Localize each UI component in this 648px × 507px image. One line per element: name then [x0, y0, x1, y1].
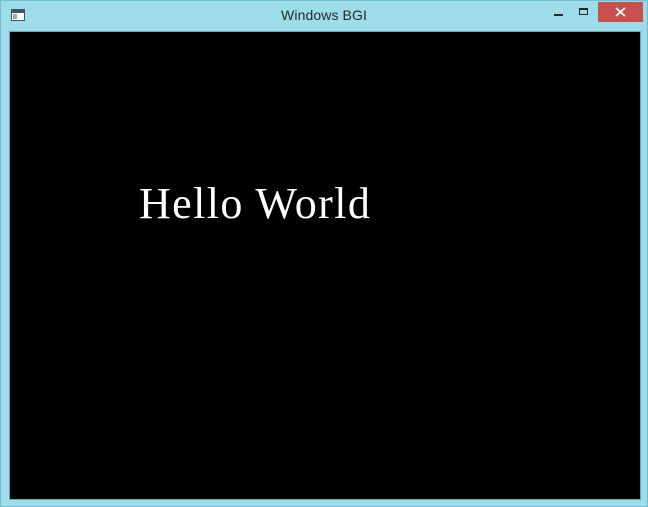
- close-button[interactable]: [598, 2, 643, 22]
- minimize-icon: [554, 14, 563, 16]
- application-window: Windows BGI Hello World: [0, 0, 648, 507]
- minimize-button[interactable]: [546, 2, 572, 22]
- title-bar[interactable]: Windows BGI: [1, 1, 647, 31]
- close-icon: [615, 7, 626, 17]
- graphics-canvas[interactable]: Hello World: [9, 31, 641, 500]
- maximize-button[interactable]: [573, 2, 596, 22]
- maximize-icon: [579, 8, 588, 15]
- hello-world-text: Hello World: [139, 179, 372, 228]
